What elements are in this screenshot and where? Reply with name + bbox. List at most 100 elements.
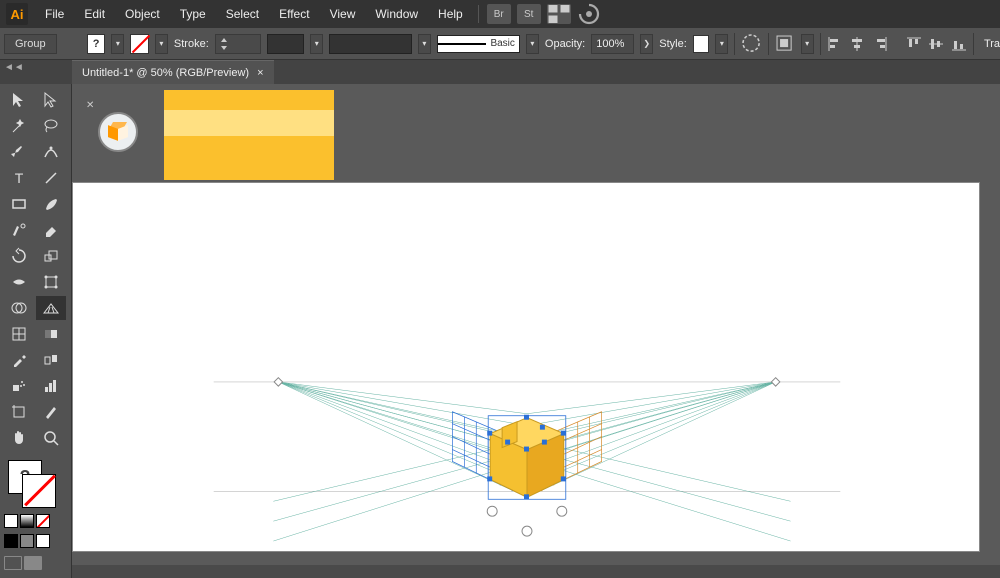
separator <box>768 33 769 55</box>
stroke-dropdown[interactable]: ▾ <box>155 34 168 54</box>
tab-close-icon[interactable]: × <box>257 67 263 79</box>
menu-edit[interactable]: Edit <box>75 3 114 25</box>
align-to-dropdown[interactable]: ▾ <box>801 34 814 54</box>
perspective-plane-widget[interactable] <box>98 112 138 152</box>
screen-mode-normal[interactable] <box>4 556 22 570</box>
menu-file[interactable]: File <box>36 3 73 25</box>
pasteboard <box>72 84 1000 182</box>
opacity-label: Opacity: <box>545 38 585 50</box>
default-fill-white[interactable] <box>36 534 50 548</box>
rotate-tool[interactable] <box>4 244 34 268</box>
menu-type[interactable]: Type <box>171 3 215 25</box>
stroke-indicator[interactable] <box>22 474 56 508</box>
scale-tool[interactable] <box>36 244 66 268</box>
perspective-grid-canvas <box>73 183 979 551</box>
align-top-icon[interactable] <box>906 35 923 53</box>
brush-dropdown[interactable]: ▾ <box>418 34 431 54</box>
menu-select[interactable]: Select <box>217 3 268 25</box>
style-name: Basic <box>490 38 514 49</box>
direct-selection-tool[interactable] <box>36 88 66 112</box>
document-tab[interactable]: Untitled-1* @ 50% (RGB/Preview) × <box>72 60 274 84</box>
menu-object[interactable]: Object <box>116 3 169 25</box>
mesh-tool[interactable] <box>4 322 34 346</box>
document-tab-bar: Untitled-1* @ 50% (RGB/Preview) × <box>0 60 1000 84</box>
screen-mode-full[interactable] <box>24 556 42 570</box>
artboard-tool[interactable] <box>4 400 34 424</box>
arrange-docs-icon[interactable] <box>547 4 571 24</box>
align-bottom-icon[interactable] <box>951 35 968 53</box>
gradient-tool[interactable] <box>36 322 66 346</box>
blend-tool[interactable] <box>36 348 66 372</box>
menu-view[interactable]: View <box>321 3 365 25</box>
type-tool[interactable]: T <box>4 166 34 190</box>
menu-bar: Ai File Edit Object Type Select Effect V… <box>0 0 1000 28</box>
panel-expand-handle[interactable]: ◄◄ <box>4 62 24 73</box>
control-bar: Group ? ▾ ▾ Stroke: ▾ ▾ Basic ▾ Opacity:… <box>0 28 1000 60</box>
align-left-icon[interactable] <box>827 35 844 53</box>
paintbrush-tool[interactable] <box>36 192 66 216</box>
fill-stroke-indicator[interactable]: ? <box>6 458 66 510</box>
selection-tool[interactable] <box>4 88 34 112</box>
tab-title: Untitled-1* @ 50% (RGB/Preview) <box>82 67 249 79</box>
opacity-input[interactable]: 100% <box>591 34 634 54</box>
stroke-profile[interactable] <box>267 34 304 54</box>
gpu-sync-icon[interactable] <box>577 4 601 24</box>
graphic-style-dropdown[interactable]: ▾ <box>715 34 728 54</box>
curvature-tool[interactable] <box>36 140 66 164</box>
floating-artwork[interactable] <box>164 90 334 180</box>
menu-effect[interactable]: Effect <box>270 3 318 25</box>
align-to-icon[interactable] <box>774 33 794 55</box>
shaper-tool[interactable] <box>4 218 34 242</box>
menu-window[interactable]: Window <box>366 3 427 25</box>
artboard[interactable] <box>72 182 980 552</box>
align-right-icon[interactable] <box>872 35 889 53</box>
svg-text:T: T <box>15 170 24 186</box>
graphic-style-swatch[interactable] <box>693 35 710 53</box>
transform-label: Tra <box>984 38 1000 50</box>
style-dropdown[interactable]: ▾ <box>526 34 539 54</box>
default-fill-black[interactable] <box>4 534 18 548</box>
gradient-mode-swatch[interactable] <box>20 514 34 528</box>
shape-builder-tool[interactable] <box>4 296 34 320</box>
default-fill-gray[interactable] <box>20 534 34 548</box>
recolor-artwork-icon[interactable] <box>741 33 761 55</box>
fill-dropdown[interactable]: ▾ <box>111 34 124 54</box>
lasso-tool[interactable] <box>36 114 66 138</box>
separator <box>734 33 735 55</box>
magic-wand-tool[interactable] <box>4 114 34 138</box>
hand-tool[interactable] <box>4 426 34 450</box>
selection-type-label: Group <box>4 34 57 54</box>
style-text-label: Style: <box>659 38 687 50</box>
free-transform-tool[interactable] <box>36 270 66 294</box>
graphic-style[interactable]: Basic <box>437 35 520 53</box>
align-hcenter-icon[interactable] <box>849 35 866 53</box>
separator <box>973 33 974 55</box>
line-segment-tool[interactable] <box>36 166 66 190</box>
menu-help[interactable]: Help <box>429 3 472 25</box>
fill-swatch[interactable]: ? <box>87 34 106 54</box>
slice-tool[interactable] <box>36 400 66 424</box>
stock-icon[interactable]: St <box>517 4 541 24</box>
none-mode-swatch[interactable] <box>36 514 50 528</box>
zoom-tool[interactable] <box>36 426 66 450</box>
opacity-dropdown[interactable]: ❯ <box>640 34 653 54</box>
bridge-icon[interactable]: Br <box>487 4 511 24</box>
width-tool[interactable] <box>4 270 34 294</box>
eyedropper-tool[interactable] <box>4 348 34 372</box>
stroke-weight-input[interactable] <box>215 34 262 54</box>
tools-panel: T ? <box>0 84 72 578</box>
eraser-tool[interactable] <box>36 218 66 242</box>
perspective-grid-tool[interactable] <box>36 296 66 320</box>
stroke-profile-dropdown[interactable]: ▾ <box>310 34 323 54</box>
align-vcenter-icon[interactable] <box>928 35 945 53</box>
symbol-sprayer-tool[interactable] <box>4 374 34 398</box>
color-mode-swatch[interactable] <box>4 514 18 528</box>
app-logo: Ai <box>6 3 28 25</box>
brush-definition[interactable] <box>329 34 412 54</box>
column-graph-tool[interactable] <box>36 374 66 398</box>
rectangle-tool[interactable] <box>4 192 34 216</box>
plane-cube-icon <box>108 122 128 142</box>
stroke-swatch[interactable] <box>130 34 149 54</box>
pen-tool[interactable] <box>4 140 34 164</box>
stroke-label: Stroke: <box>174 38 209 50</box>
